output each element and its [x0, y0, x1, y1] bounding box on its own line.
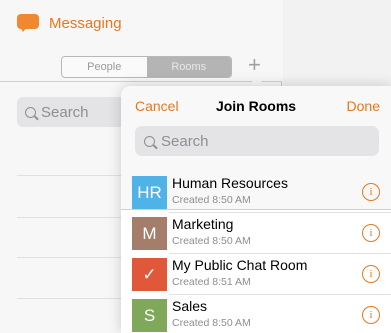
segment-people[interactable]: People: [62, 57, 147, 77]
room-avatar: HR: [132, 176, 167, 209]
room-search-input[interactable]: Search: [135, 126, 379, 156]
join-rooms-popover: Join Rooms Cancel Done Search HR Human R…: [121, 86, 391, 333]
search-icon: [144, 135, 155, 147]
room-row-my-public-chat-room[interactable]: ✓ My Public Chat Room Created 8:51 AM i: [121, 254, 391, 295]
sidebar-search-field[interactable]: Search: [17, 97, 137, 127]
room-avatar: S: [132, 299, 167, 332]
room-created-time: Created 8:50 AM: [172, 235, 251, 247]
info-icon[interactable]: i: [362, 224, 380, 242]
room-row-marketing[interactable]: M Marketing Created 8:50 AM i: [121, 213, 391, 254]
sidebar-search-placeholder: Search: [41, 103, 89, 121]
segment-rooms[interactable]: Rooms: [146, 57, 231, 77]
checkmark-icon: ✓: [132, 258, 167, 291]
room-avatar: M: [132, 217, 167, 250]
sidebar-header: Messaging People Rooms +: [0, 0, 282, 82]
room-search-placeholder: Search: [161, 132, 209, 150]
plus-icon[interactable]: +: [248, 52, 261, 78]
brand: Messaging: [17, 14, 122, 32]
room-name: Human Resources: [172, 175, 288, 191]
search-icon: [25, 106, 36, 118]
info-icon[interactable]: i: [362, 306, 380, 324]
room-created-time: Created 8:51 AM: [172, 276, 251, 288]
chat-bubble-icon: [17, 14, 39, 32]
brand-label: Messaging: [49, 14, 122, 32]
room-row-human-resources[interactable]: HR Human Resources Created 8:50 AM i: [121, 172, 391, 213]
room-name: Sales: [172, 298, 208, 314]
room-name: Marketing: [172, 216, 234, 232]
info-icon[interactable]: i: [362, 183, 380, 201]
done-button[interactable]: Done: [347, 98, 380, 114]
room-name: My Public Chat Room: [172, 257, 308, 273]
room-row-sales[interactable]: S Sales Created 8:50 AM i: [121, 295, 391, 333]
room-created-time: Created 8:50 AM: [172, 317, 251, 329]
room-created-time: Created 8:50 AM: [172, 194, 251, 206]
cancel-button[interactable]: Cancel: [135, 98, 179, 114]
people-rooms-segmented-control[interactable]: People Rooms: [61, 56, 232, 78]
info-icon[interactable]: i: [362, 265, 380, 283]
